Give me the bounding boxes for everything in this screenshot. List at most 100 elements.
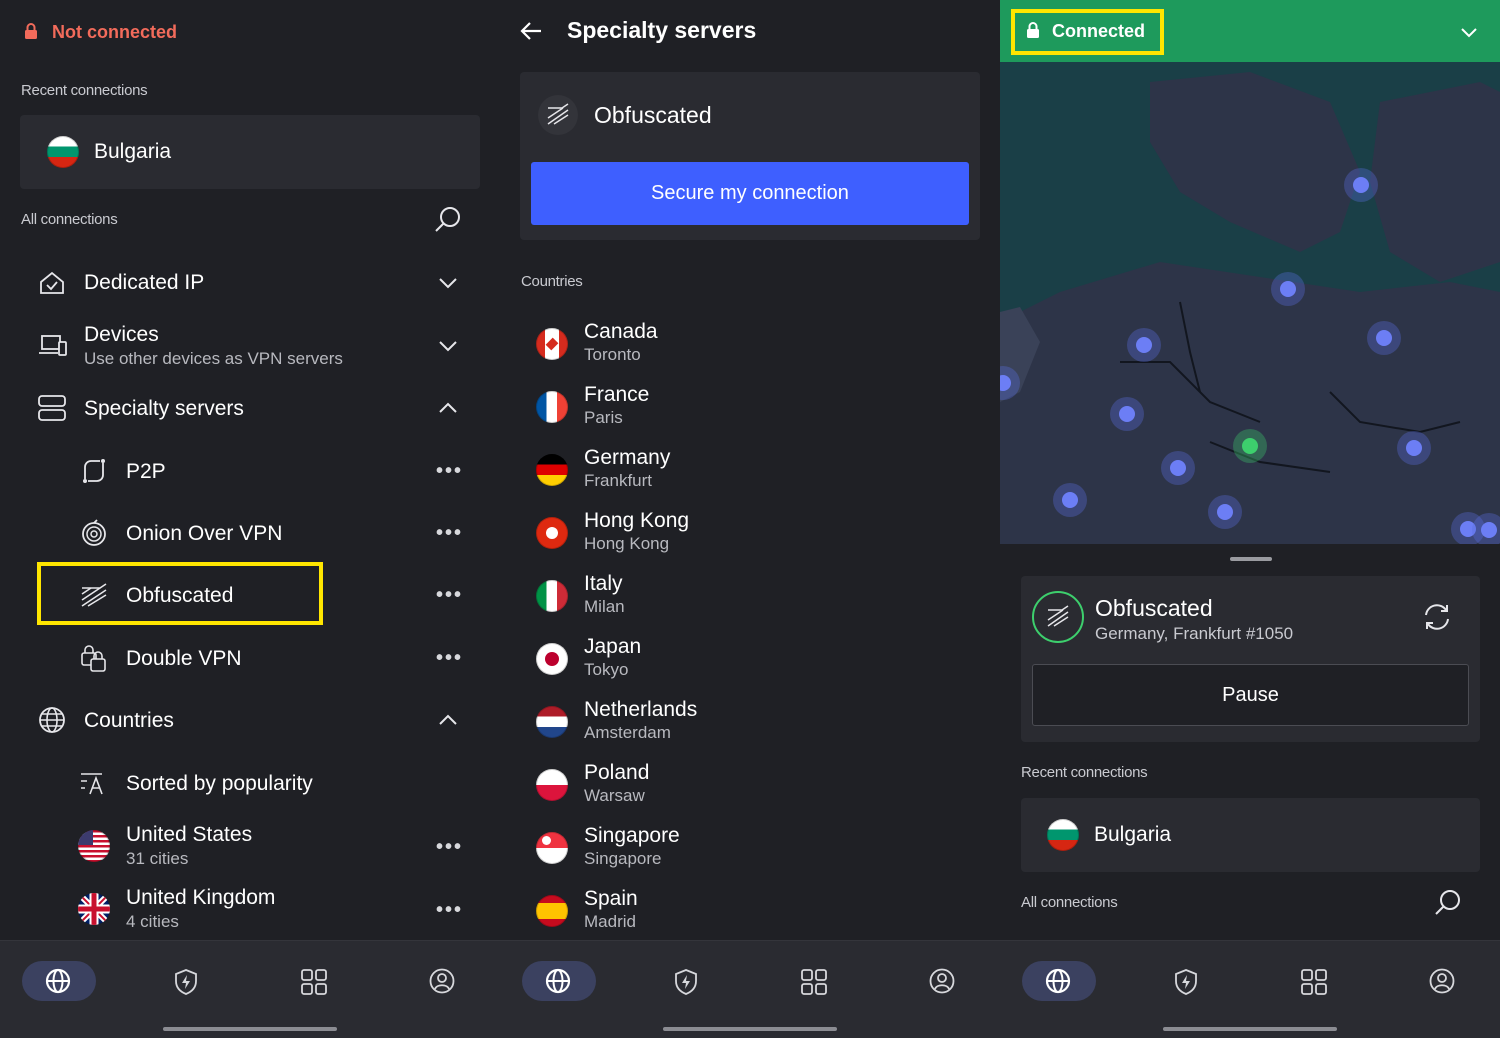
sheet-handle[interactable] bbox=[1230, 557, 1272, 561]
specialty-item-double-vpn[interactable]: Double VPN ••• bbox=[0, 635, 500, 681]
shield-bolt-icon[interactable] bbox=[1174, 968, 1198, 1001]
singapore-flag-icon bbox=[536, 832, 568, 864]
country-item-hong-kong[interactable]: Hong Kong Hong Kong bbox=[500, 505, 1000, 561]
group-dedicated-ip[interactable]: Dedicated IP bbox=[0, 258, 500, 308]
server-location: Germany, Frankfurt #1050 bbox=[1095, 624, 1294, 643]
recent-connection-bulgaria[interactable]: Bulgaria bbox=[20, 115, 480, 189]
grid-icon[interactable] bbox=[301, 969, 327, 1000]
more-options-icon[interactable]: ••• bbox=[436, 648, 463, 668]
chevron-down-icon[interactable] bbox=[1461, 25, 1477, 43]
grid-icon[interactable] bbox=[1301, 969, 1327, 1000]
server-dot[interactable] bbox=[1271, 272, 1305, 306]
chevron-up-icon[interactable] bbox=[439, 401, 457, 419]
country-name: Germany bbox=[584, 446, 671, 469]
connection-status[interactable]: Not connected bbox=[52, 22, 177, 43]
poland-flag-icon bbox=[536, 769, 568, 801]
country-name: Hong Kong bbox=[584, 509, 690, 532]
globe-icon bbox=[1045, 968, 1071, 999]
connection-card: Obfuscated Germany, Frankfurt #1050 Paus… bbox=[1021, 576, 1480, 742]
home-indicator bbox=[163, 1027, 337, 1031]
active-server-dot[interactable] bbox=[1233, 429, 1267, 463]
hong-kong-flag-icon bbox=[536, 517, 568, 549]
group-countries[interactable]: Countries bbox=[0, 697, 500, 743]
country-item-france[interactable]: France Paris bbox=[500, 379, 1000, 435]
recent-connection-bulgaria[interactable]: Bulgaria bbox=[1021, 798, 1480, 872]
grid-icon[interactable] bbox=[801, 969, 827, 1000]
profile-icon[interactable] bbox=[429, 968, 455, 999]
more-options-icon[interactable]: ••• bbox=[436, 837, 463, 857]
chevron-down-icon[interactable] bbox=[439, 276, 457, 294]
group-devices[interactable]: Devices Use other devices as VPN servers bbox=[0, 320, 500, 374]
country-city: Singapore bbox=[584, 849, 662, 868]
card-title: Obfuscated bbox=[594, 102, 712, 128]
obfuscated-icon bbox=[538, 95, 578, 135]
secure-connection-button[interactable]: Secure my connection bbox=[531, 162, 969, 225]
server-dot[interactable] bbox=[1053, 483, 1087, 517]
sort-icon bbox=[80, 770, 108, 801]
germany-flag-icon bbox=[536, 454, 568, 486]
more-options-icon[interactable]: ••• bbox=[436, 523, 463, 543]
country-item-united-kingdom[interactable]: United Kingdom 4 cities ••• bbox=[0, 883, 500, 937]
server-dot[interactable] bbox=[1110, 397, 1144, 431]
country-name: Canada bbox=[584, 320, 658, 343]
back-arrow-icon[interactable] bbox=[520, 21, 542, 46]
specialty-item-onion[interactable]: Onion Over VPN ••• bbox=[0, 510, 500, 556]
server-dot[interactable] bbox=[1367, 321, 1401, 355]
shield-bolt-icon[interactable] bbox=[674, 968, 698, 1001]
bulgaria-flag-icon bbox=[1047, 819, 1079, 851]
country-item-united-states[interactable]: United States 31 cities ••• bbox=[0, 820, 500, 874]
search-icon[interactable] bbox=[1434, 888, 1462, 921]
highlight-box bbox=[1011, 9, 1164, 55]
server-dot[interactable] bbox=[1127, 328, 1161, 362]
countries-label: Countries bbox=[521, 273, 583, 290]
country-city: Tokyo bbox=[584, 660, 629, 679]
more-options-icon[interactable]: ••• bbox=[436, 900, 463, 920]
group-specialty-servers[interactable]: Specialty servers bbox=[0, 384, 500, 434]
search-icon[interactable] bbox=[434, 205, 462, 238]
specialty-item-p2p[interactable]: P2P ••• bbox=[0, 448, 500, 494]
canada-flag-icon bbox=[536, 328, 568, 360]
country-cities: 4 cities bbox=[126, 912, 179, 931]
country-item-netherlands[interactable]: Netherlands Amsterdam bbox=[500, 694, 1000, 750]
pause-button[interactable]: Pause bbox=[1032, 664, 1469, 726]
specialty-servers-icon bbox=[38, 395, 66, 426]
sort-option[interactable]: Sorted by popularity bbox=[0, 760, 500, 806]
home-indicator bbox=[1163, 1027, 1337, 1031]
double-vpn-icon bbox=[80, 643, 108, 678]
country-item-canada[interactable]: Canada Toronto bbox=[500, 316, 1000, 372]
country-cities: 31 cities bbox=[126, 849, 189, 868]
profile-icon[interactable] bbox=[929, 968, 955, 999]
chevron-up-icon[interactable] bbox=[439, 713, 457, 731]
bottom-nav bbox=[1000, 940, 1500, 1038]
country-item-spain[interactable]: Spain Madrid bbox=[500, 883, 1000, 939]
globe-icon bbox=[38, 706, 66, 739]
server-dot[interactable] bbox=[1472, 513, 1500, 544]
server-dot[interactable] bbox=[1208, 495, 1242, 529]
chevron-down-icon[interactable] bbox=[439, 339, 457, 357]
country-item-singapore[interactable]: Singapore Singapore bbox=[500, 820, 1000, 876]
country-city: Amsterdam bbox=[584, 723, 671, 742]
p2p-icon bbox=[80, 457, 108, 490]
server-map[interactable] bbox=[1000, 62, 1500, 544]
country-item-japan[interactable]: Japan Tokyo bbox=[500, 631, 1000, 687]
home-indicator bbox=[663, 1027, 837, 1031]
country-name: Italy bbox=[584, 572, 623, 595]
more-options-icon[interactable]: ••• bbox=[436, 461, 463, 481]
server-type: Obfuscated bbox=[1095, 595, 1213, 621]
profile-icon[interactable] bbox=[1429, 968, 1455, 999]
server-dot[interactable] bbox=[1397, 431, 1431, 465]
more-options-icon[interactable]: ••• bbox=[436, 585, 463, 605]
shield-bolt-icon[interactable] bbox=[174, 968, 198, 1001]
country-item-germany[interactable]: Germany Frankfurt bbox=[500, 442, 1000, 498]
lock-icon bbox=[24, 22, 38, 45]
highlight-box bbox=[37, 562, 323, 625]
country-city: Paris bbox=[584, 408, 623, 427]
map-land bbox=[1000, 72, 1500, 544]
refresh-icon[interactable] bbox=[1422, 603, 1452, 636]
country-item-italy[interactable]: Italy Milan bbox=[500, 568, 1000, 624]
country-item-poland[interactable]: Poland Warsaw bbox=[500, 757, 1000, 813]
server-dot[interactable] bbox=[1344, 168, 1378, 202]
server-dot[interactable] bbox=[1161, 451, 1195, 485]
country-name: Poland bbox=[584, 761, 650, 784]
country-city: Warsaw bbox=[584, 786, 645, 805]
